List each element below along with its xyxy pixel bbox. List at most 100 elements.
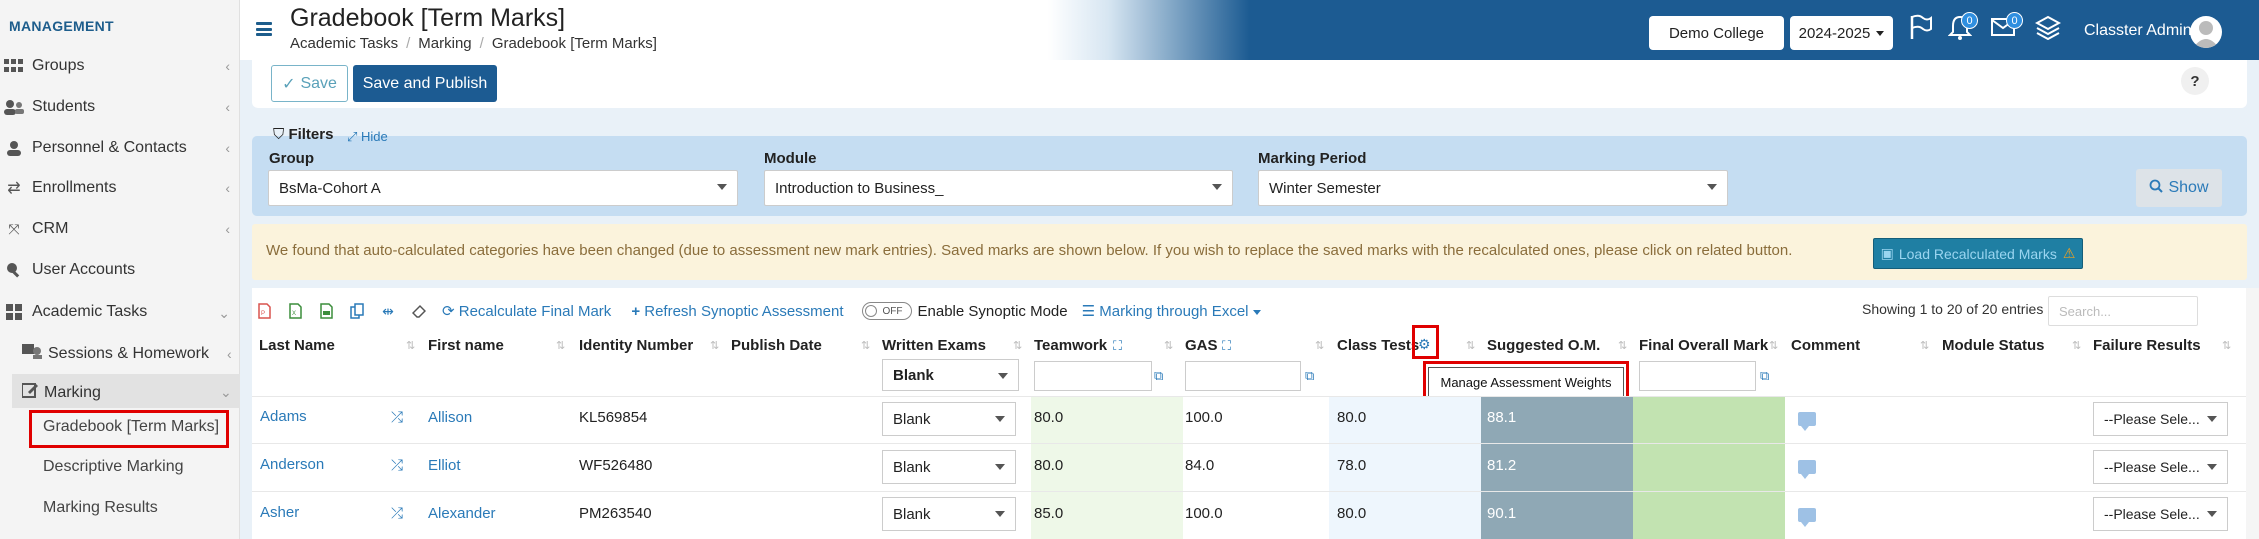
teamwork-bulk-input[interactable]	[1034, 361, 1152, 391]
refresh-synoptic-button[interactable]: + Refresh Synoptic Assessment	[631, 303, 843, 320]
comment-icon[interactable]	[1798, 508, 1816, 527]
pdf-icon[interactable]: P	[256, 303, 272, 319]
col-gas[interactable]: GAS	[1185, 337, 1218, 354]
sidebar-item-user-accounts[interactable]: User Accounts	[0, 250, 240, 290]
col-last-name[interactable]: Last Name	[259, 337, 335, 354]
marking-excel-dropdown[interactable]: ☰ Marking through Excel	[1082, 302, 1261, 320]
synoptic-toggle[interactable]: OFF	[861, 302, 912, 320]
failure-results-select[interactable]: --Please Sele...	[2093, 497, 2228, 531]
last-name-link[interactable]: Anderson	[260, 456, 324, 473]
avatar[interactable]	[2190, 16, 2222, 48]
first-name-link[interactable]: Elliot	[428, 457, 461, 474]
sidebar-item-personnel[interactable]: Personnel & Contacts ‹	[0, 128, 240, 168]
col-teamwork[interactable]: Teamwork	[1034, 337, 1107, 354]
col-identity-number[interactable]: Identity Number	[579, 337, 693, 354]
sort-icon[interactable]: ⇅	[1769, 339, 1778, 352]
sort-icon[interactable]: ⇅	[406, 339, 415, 352]
table-search-input[interactable]: Search...	[2048, 296, 2198, 326]
sidebar-link-descriptive-marking[interactable]: Descriptive Marking	[43, 458, 183, 476]
copy-icon[interactable]	[349, 303, 365, 319]
sort-icon[interactable]: ⇅	[2222, 339, 2231, 352]
sort-icon[interactable]: ⇅	[556, 339, 565, 352]
col-first-name[interactable]: First name	[428, 337, 504, 354]
sort-icon[interactable]: ⇅	[1618, 339, 1627, 352]
sidebar-subitem-sessions[interactable]: Sessions & Homework ‹	[22, 343, 232, 364]
sort-icon[interactable]: ⇅	[1013, 339, 1022, 352]
col-module-status[interactable]: Module Status	[1942, 337, 2045, 354]
menu-icon[interactable]	[256, 22, 272, 36]
college-selector[interactable]: Demo College	[1649, 16, 1784, 50]
vertical-scrollbar[interactable]	[2246, 288, 2259, 539]
year-selector[interactable]: 2024-2025	[1790, 16, 1893, 50]
shuffle-icon[interactable]: ⤮	[391, 457, 403, 474]
load-recalculated-marks-button[interactable]: ▣ Load Recalculated Marks ⚠	[1873, 238, 2083, 269]
final-mark-bulk-input[interactable]	[1639, 361, 1756, 391]
layers-icon[interactable]	[2034, 14, 2062, 47]
col-class-tests[interactable]: Class Tests	[1337, 337, 1419, 354]
failure-results-select[interactable]: --Please Sele...	[2093, 450, 2228, 484]
shuffle-icon[interactable]: ⤮	[391, 409, 403, 426]
gas-value[interactable]: 84.0	[1185, 457, 1214, 474]
sort-icon[interactable]: ⇅	[1920, 339, 1929, 352]
sort-icon[interactable]: ⇅	[1466, 339, 1475, 352]
save-and-publish-button[interactable]: Save and Publish	[353, 65, 497, 102]
flag-icon[interactable]	[1909, 14, 1933, 47]
sort-icon[interactable]: ⇅	[1164, 339, 1173, 352]
show-button[interactable]: Show	[2136, 169, 2222, 207]
copy-icon[interactable]: ⧉	[1305, 368, 1314, 384]
expand-icon[interactable]: ⛶	[1113, 338, 1122, 354]
sidebar-item-academic-tasks[interactable]: Academic Tasks ⌄	[0, 292, 240, 332]
group-select[interactable]: BsMa-Cohort A	[268, 170, 738, 206]
sidebar-item-groups[interactable]: Groups ‹	[0, 46, 240, 86]
csv-icon[interactable]	[318, 303, 334, 319]
breadcrumb-item[interactable]: Academic Tasks	[290, 35, 398, 52]
written-exams-select[interactable]: Blank	[882, 497, 1016, 531]
eraser-icon[interactable]	[411, 303, 427, 319]
gas-value[interactable]: 100.0	[1185, 505, 1223, 522]
comment-icon[interactable]	[1798, 412, 1816, 431]
col-failure-results[interactable]: Failure Results	[2093, 337, 2201, 354]
sidebar-subitem-marking[interactable]: Marking ⌄	[21, 382, 232, 403]
col-final-overall-mark[interactable]: Final Overall Mark	[1639, 337, 1768, 354]
sidebar-item-students[interactable]: Students ‹	[0, 87, 240, 127]
sort-icon[interactable]: ⇅	[2072, 339, 2081, 352]
sidebar-item-enrollments[interactable]: ⇄ Enrollments ‹	[0, 168, 240, 208]
written-exams-bulk-select[interactable]: Blank	[882, 359, 1019, 391]
sidebar-link-marking-results[interactable]: Marking Results	[43, 499, 158, 517]
save-button[interactable]: ✓ Save	[271, 65, 348, 102]
help-button[interactable]: ?	[2181, 67, 2209, 95]
teamwork-value[interactable]: 80.0	[1034, 409, 1063, 426]
hide-filters-link[interactable]: ⤢ Hide	[347, 129, 388, 145]
gas-value[interactable]: 100.0	[1185, 409, 1223, 426]
teamwork-value[interactable]: 85.0	[1034, 505, 1063, 522]
col-publish-date[interactable]: Publish Date	[731, 337, 822, 354]
col-comment[interactable]: Comment	[1791, 337, 1860, 354]
copy-icon[interactable]: ⧉	[1760, 368, 1769, 384]
written-exams-select[interactable]: Blank	[882, 402, 1016, 436]
gas-bulk-input[interactable]	[1185, 361, 1301, 391]
sort-icon[interactable]: ⇅	[861, 339, 870, 352]
sort-icon[interactable]: ⇅	[1315, 339, 1324, 352]
module-select[interactable]: Introduction to Business_	[764, 170, 1233, 206]
compress-icon[interactable]: ⇹	[380, 303, 396, 319]
failure-results-select[interactable]: --Please Sele...	[2093, 402, 2228, 436]
col-written-exams[interactable]: Written Exams	[882, 337, 986, 354]
first-name-link[interactable]: Allison	[428, 409, 472, 426]
first-name-link[interactable]: Alexander	[428, 505, 496, 522]
shuffle-icon[interactable]: ⤮	[391, 505, 403, 522]
sidebar-item-crm[interactable]: ⤧ CRM ‹	[0, 209, 240, 249]
comment-icon[interactable]	[1798, 460, 1816, 479]
recalculate-button[interactable]: ⟳ Recalculate Final Mark	[442, 302, 611, 320]
teamwork-value[interactable]: 80.0	[1034, 457, 1063, 474]
sort-icon[interactable]: ⇅	[710, 339, 719, 352]
written-exams-select[interactable]: Blank	[882, 450, 1016, 484]
last-name-link[interactable]: Asher	[260, 504, 299, 521]
expand-icon[interactable]: ⛶	[1222, 338, 1231, 354]
breadcrumb-item[interactable]: Marking	[418, 35, 471, 52]
filters-header[interactable]: ⛉ Filters	[273, 126, 333, 143]
col-suggested-om[interactable]: Suggested O.M.	[1487, 337, 1600, 354]
excel-icon[interactable]: X	[287, 303, 303, 319]
last-name-link[interactable]: Adams	[260, 408, 307, 425]
period-select[interactable]: Winter Semester	[1258, 170, 1728, 206]
copy-icon[interactable]: ⧉	[1154, 368, 1163, 384]
